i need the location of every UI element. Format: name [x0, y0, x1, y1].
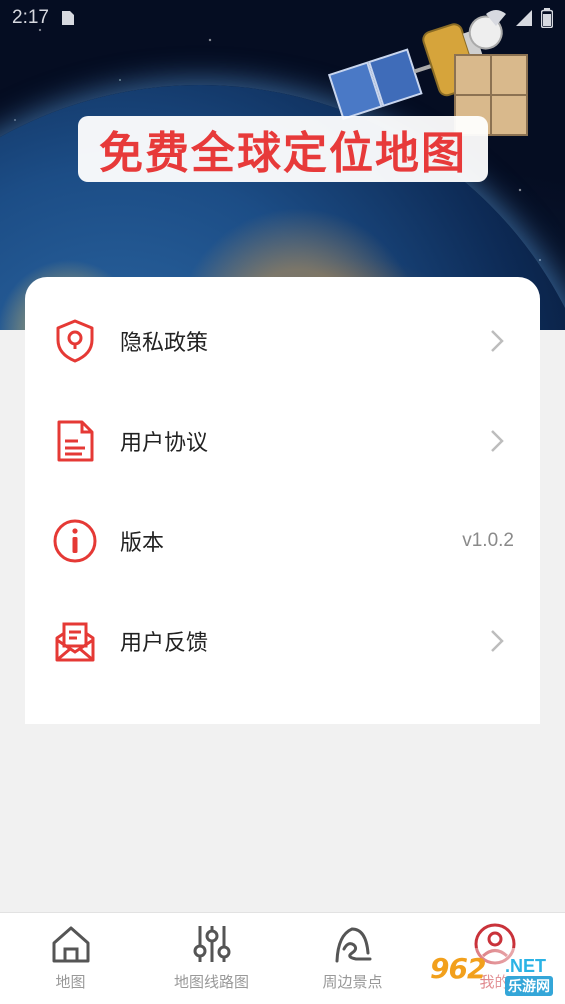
- tab-route-map[interactable]: 地图线路图: [141, 913, 282, 1004]
- menu-item-label: 隐私政策: [120, 331, 209, 356]
- tab-label: 地图: [55, 973, 86, 991]
- signal-icon: [516, 10, 532, 26]
- watermark-net: .NET: [505, 956, 547, 976]
- menu-item-label: 用户协议: [120, 431, 209, 456]
- battery-icon: [541, 8, 553, 28]
- menu-item-label: 版本: [120, 531, 165, 556]
- menu-item-version[interactable]: 版本 v1.0.2: [25, 491, 540, 591]
- wifi-icon: [486, 10, 506, 26]
- sim-card-icon: [61, 11, 74, 25]
- mail-icon: [55, 622, 95, 662]
- status-time: 2:17: [12, 7, 49, 28]
- version-value: v1.0.2: [462, 530, 514, 551]
- sliders-icon: [193, 926, 230, 962]
- hero-title: 免费全球定位地图: [78, 116, 488, 182]
- menu-item-feedback[interactable]: 用户反馈: [25, 591, 540, 691]
- shield-lock-icon: [56, 319, 94, 363]
- watermark-sub: 乐游网: [505, 976, 553, 996]
- tab-map[interactable]: 地图: [0, 913, 141, 1004]
- menu-item-privacy-policy[interactable]: 隐私政策: [25, 291, 540, 391]
- tab-label: 周边景点: [322, 973, 383, 991]
- menu-item-label: 用户反馈: [120, 631, 209, 656]
- chevron-right-icon: [491, 430, 504, 452]
- home-icon: [52, 926, 89, 963]
- watermark-logo: 962: [430, 952, 486, 985]
- menu-item-user-agreement[interactable]: 用户协议: [25, 391, 540, 491]
- status-bar: 2:17: [0, 0, 565, 36]
- chevron-right-icon: [491, 330, 504, 352]
- tab-nearby-attractions[interactable]: 周边景点: [282, 913, 423, 1004]
- document-icon: [57, 420, 94, 462]
- tab-label: 地图线路图: [173, 973, 249, 991]
- settings-card: 隐私政策 用户协议 版本 v1.0.2 用户反馈: [25, 277, 540, 724]
- landmark-icon: [335, 927, 371, 963]
- chevron-right-icon: [491, 630, 504, 652]
- info-icon: [53, 519, 97, 563]
